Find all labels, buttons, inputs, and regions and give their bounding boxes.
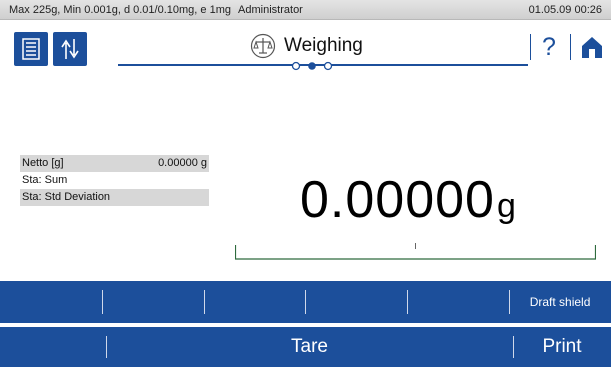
home-icon [582,37,602,58]
softkey-bar: Draft shield [0,281,611,323]
softkey-5[interactable] [407,281,509,323]
page-dot-1[interactable] [291,61,301,71]
weight-value: 0.00000 [300,171,495,229]
stat-label: Sta: Sum [22,174,68,186]
status-bar: Max 225g, Min 0.001g, d 0.01/0.10mg, e 1… [0,0,611,20]
list-menu-icon [22,38,40,60]
page-indicator [291,61,333,71]
function-key-bar: Tare Print [0,327,611,367]
statistics-panel: Netto [g] 0.00000 g Sta: Sum Sta: Std De… [20,155,209,206]
weight-display: 0.00000g [300,170,516,230]
date-time: 01.05.09 00:26 [528,4,602,16]
stat-row-std-deviation: Sta: Std Deviation [20,189,209,206]
app-title: Weighing [250,31,363,61]
up-down-arrows-icon [61,39,79,59]
menu-button[interactable] [14,32,48,66]
home-separator [570,34,571,60]
help-separator [530,34,531,60]
print-button[interactable]: Print [513,327,611,367]
balance-specs: Max 225g, Min 0.001g, d 0.01/0.10mg, e 1… [9,0,303,20]
user-name: Administrator [238,4,303,16]
balance-scale-icon [250,33,276,59]
capacity-bar [235,243,596,260]
softkey-1[interactable] [0,281,102,323]
page-title: Weighing [284,35,363,56]
softkey-2[interactable] [101,281,204,323]
specs-text: Max 225g, Min 0.001g, d 0.01/0.10mg, e 1… [9,4,231,16]
home-button[interactable] [580,35,604,59]
page-dot-3[interactable] [323,61,333,71]
softkey-4[interactable] [305,281,407,323]
stat-label: Sta: Std Deviation [22,191,111,203]
stat-row-sum: Sta: Sum [20,172,209,189]
stat-label: Netto [g] [22,157,64,169]
tare-button[interactable]: Tare [106,327,513,367]
header: Weighing ? [0,21,611,71]
transfer-button[interactable] [53,32,87,66]
draft-shield-button[interactable]: Draft shield [509,281,611,323]
page-dot-2-active[interactable] [308,62,316,70]
weight-unit: g [496,187,516,225]
help-button[interactable]: ? [536,30,562,64]
stat-row-netto: Netto [g] 0.00000 g [20,155,209,172]
softkey-3[interactable] [203,281,306,323]
function-key-left[interactable] [0,327,106,367]
stat-value: 0.00000 g [158,157,207,169]
